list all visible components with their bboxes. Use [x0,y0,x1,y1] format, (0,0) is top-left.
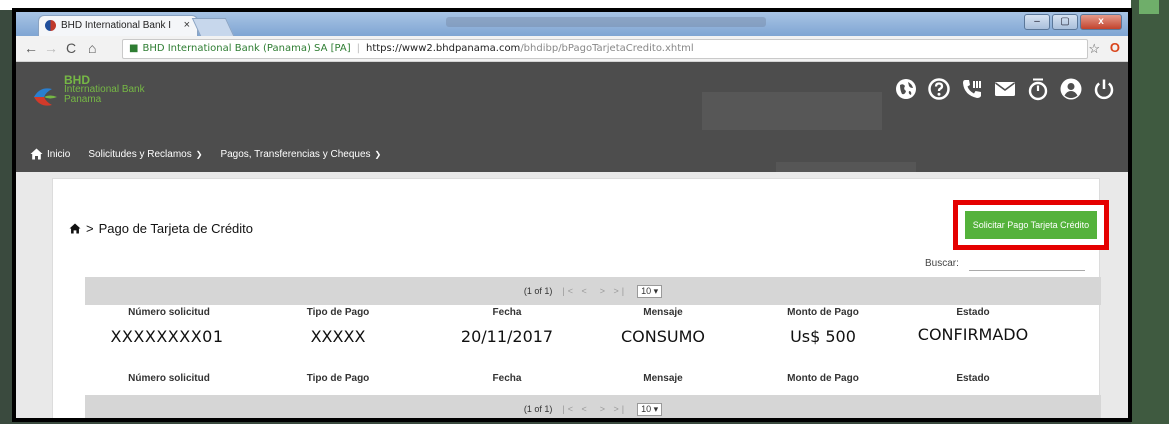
logo-country: Panama [64,94,102,105]
column-header-fecha[interactable]: Fecha [423,307,591,318]
help-icon[interactable] [927,77,951,101]
page-info: (1 of 1) [523,404,553,414]
nav-item-pagos[interactable]: Pagos, Transferencias y Cheques ❯ [220,149,381,160]
column-footer-tipo: Tipo de Pago [306,373,370,384]
screenshot-frame: BHD International Bank I × – ▢ x ← → C ⌂… [12,8,1132,422]
window-controls: – ▢ x [1024,14,1122,30]
browser-tab[interactable]: BHD International Bank I × [38,15,198,36]
extension-icon[interactable]: O [1110,40,1120,55]
user-icon[interactable] [1059,77,1083,101]
page-info: (1 of 1) [523,286,553,296]
mail-icon[interactable] [993,77,1017,101]
logo-text: BHD International Bank Panama [64,74,145,105]
close-window-button[interactable]: x [1080,14,1122,30]
column-header-tipo[interactable]: Tipo de Pago [253,307,423,318]
url-path: /bhdibp/bPagoTarjetaCredito.xhtml [520,43,694,54]
table-footer: Número solicitud Tipo de Pago Fecha Mens… [85,373,1101,391]
breadcrumb: > Pago de Tarjeta de Crédito [69,221,253,236]
address-separator: | [356,43,360,54]
power-icon[interactable] [1092,77,1116,101]
maximize-button[interactable]: ▢ [1052,14,1078,30]
forward-arrow-icon[interactable]: → [44,40,58,56]
background-right-edge [1131,0,1169,424]
main-navigation: Inicio Solicitudes y Reclamos ❯ Pagos, T… [16,142,381,166]
background-accent [1139,0,1159,14]
page-title: Pago de Tarjeta de Crédito [98,221,254,236]
paginator-bottom: (1 of 1) |< < > >| 10 ▾ [85,395,1101,418]
column-footer-mensaje: Mensaje [643,373,683,384]
minimize-button[interactable]: – [1024,14,1050,30]
nav-item-solicitudes[interactable]: Solicitudes y Reclamos ❯ [88,149,202,160]
cell-fecha: 20/11/2017 [460,327,554,346]
pager-prev-buttons[interactable]: |< < [562,286,589,296]
pager-prev-buttons[interactable]: |< < [562,404,589,414]
pager-next-buttons[interactable]: > >| [600,404,627,414]
chevron-down-icon: ❯ [195,149,203,159]
main-panel: > Pago de Tarjeta de Crédito Solicitar P… [52,178,1109,418]
cell-estado: CONFIRMADO [917,325,1029,344]
rows-per-page-select[interactable]: 10 ▾ [637,284,663,298]
content-area: > Pago de Tarjeta de Crédito Solicitar P… [16,172,1128,418]
highlight-box: Solicitar Pago Tarjeta Crédito [953,200,1109,250]
table-header: Número solicitud Tipo de Pago Fecha Mens… [85,307,1101,325]
column-footer-estado: Estado [956,373,990,384]
home-icon [30,148,43,160]
cell-mensaje: CONSUMO [621,327,705,346]
back-arrow-icon[interactable]: ← [24,40,38,56]
phone-icon[interactable] [960,77,984,101]
nav-item-inicio[interactable]: Inicio [30,148,70,160]
address-bar[interactable]: ■ BHD International Bank (Panama) SA [PA]… [122,39,1088,59]
globe-icon[interactable] [894,77,918,101]
site-identity: BHD International Bank (Panama) SA [PA] [142,43,351,54]
column-header-estado[interactable]: Estado [885,307,1061,318]
table-row[interactable]: XXXXXXXX01 XXXXX 20/11/2017 CONSUMO Us$ … [85,325,1101,367]
nav-label-inicio: Inicio [47,148,71,160]
nav-label-solicitudes: Solicitudes y Reclamos [88,148,192,160]
browser-titlebar: BHD International Bank I × – ▢ x [16,12,1128,36]
home-icon[interactable] [69,223,81,234]
request-payment-button[interactable]: Solicitar Pago Tarjeta Crédito [965,211,1097,239]
bookmark-star-icon[interactable]: ☆ [1088,41,1100,57]
lock-icon: ■ [129,43,139,54]
search-input[interactable] [969,255,1085,271]
browser-toolbar: ← → C ⌂ ■ BHD International Bank (Panama)… [16,36,1128,62]
blurred-overlay [702,92,882,130]
browser-window: BHD International Bank I × – ▢ x ← → C ⌂… [16,12,1128,418]
paginator-top: (1 of 1) |< < > >| 10 ▾ [85,277,1101,305]
breadcrumb-separator: > [86,221,94,236]
header-icon-bar [894,77,1116,101]
new-tab-button[interactable] [191,18,235,36]
blurred-window-title [446,17,766,27]
reload-icon[interactable]: C [66,40,76,56]
pager-next-buttons[interactable]: > >| [600,286,627,296]
app-header: BHD International Bank Panama Inicio Sol… [16,62,1128,184]
timer-icon[interactable] [1026,77,1050,101]
column-footer-fecha: Fecha [492,373,522,384]
rows-per-page-select[interactable]: 10 ▾ [637,402,663,416]
bhd-logo-icon [34,88,57,106]
url-host: https://www2.bhdpanama.com [366,43,521,54]
home-icon[interactable]: ⌂ [88,40,96,56]
tab-close-icon[interactable]: × [184,19,190,31]
chevron-down-icon: ❯ [374,149,382,159]
favicon-icon [45,20,56,31]
column-footer-numero: Número solicitud [128,373,210,384]
nav-label-pagos: Pagos, Transferencias y Cheques [220,148,371,160]
cell-tipo: XXXXX [310,327,366,346]
cell-numero: XXXXXXXX01 [110,327,224,346]
column-header-numero[interactable]: Número solicitud [85,307,253,318]
search-label: Buscar: [925,258,959,269]
tab-title: BHD International Bank I [61,20,172,31]
column-header-mensaje[interactable]: Mensaje [579,307,747,318]
